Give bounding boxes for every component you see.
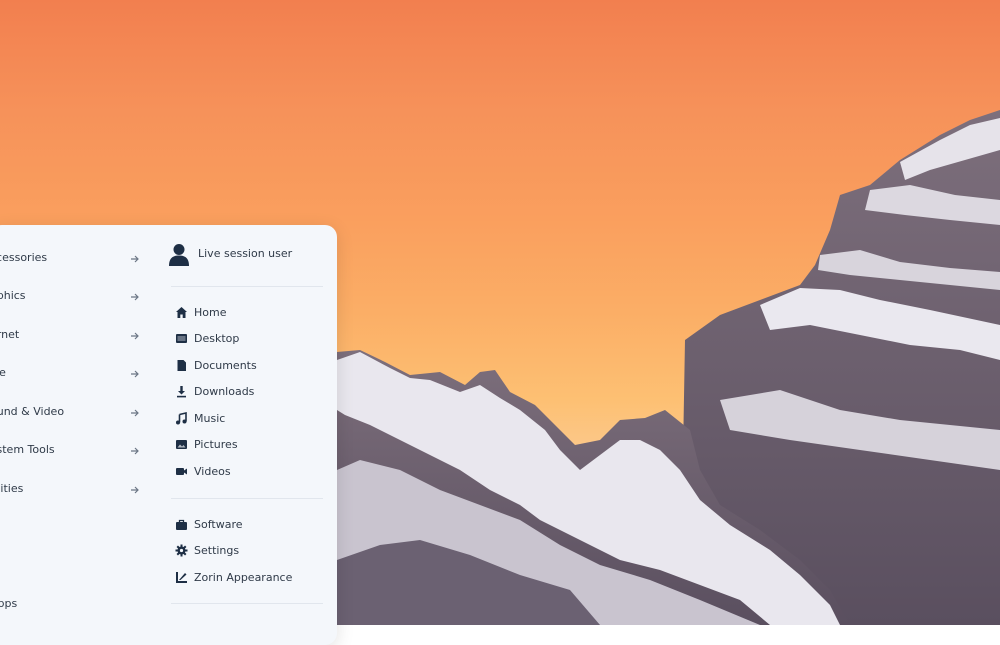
place-pictures[interactable]: Pictures [175, 434, 320, 456]
arrow-right-icon [131, 409, 139, 417]
all-apps-button[interactable]: Apps [0, 591, 150, 621]
system-label: Zorin Appearance [194, 571, 293, 584]
category-utilities[interactable]: tilities [0, 476, 150, 506]
category-label: ccessories [0, 251, 48, 264]
place-documents[interactable]: Documents [175, 355, 320, 377]
place-music[interactable]: Music [175, 408, 320, 430]
user-account[interactable]: Live session user [168, 243, 328, 269]
category-system-tools[interactable]: ystem Tools [0, 437, 150, 467]
separator [171, 603, 323, 604]
software-bag-icon [176, 519, 187, 530]
user-name: Live session user [198, 247, 293, 260]
system-software[interactable]: Software [175, 514, 320, 536]
system-label: Settings [194, 544, 240, 557]
category-internet[interactable]: ernet [0, 322, 150, 352]
download-icon [177, 386, 186, 398]
category-label: ice [0, 366, 6, 379]
arrow-right-icon [131, 447, 139, 455]
system-zorin-appearance[interactable]: Zorin Appearance [175, 567, 320, 589]
video-icon [176, 468, 187, 475]
place-desktop[interactable]: Desktop [175, 328, 320, 350]
place-downloads[interactable]: Downloads [175, 381, 320, 403]
place-label: Pictures [194, 438, 238, 451]
arrow-right-icon [131, 370, 139, 378]
category-label: tilities [0, 482, 24, 495]
category-label: aphics [0, 289, 26, 302]
separator [171, 286, 323, 287]
start-menu-panel: ccessories aphics ernet ice ound & Video… [0, 225, 337, 645]
category-sound-video[interactable]: ound & Video [0, 399, 150, 429]
appearance-icon [176, 572, 187, 583]
place-label: Desktop [194, 332, 240, 345]
arrow-right-icon [131, 255, 139, 263]
arrow-right-icon [131, 293, 139, 301]
place-label: Home [194, 306, 227, 319]
arrow-right-icon [131, 332, 139, 340]
user-icon [169, 244, 189, 266]
place-label: Documents [194, 359, 257, 372]
all-apps-label: Apps [0, 597, 18, 610]
place-label: Music [194, 412, 226, 425]
system-settings[interactable]: Settings [175, 540, 320, 562]
home-icon [176, 307, 187, 318]
place-home[interactable]: Home [175, 302, 320, 324]
picture-icon [176, 440, 187, 449]
category-label: ound & Video [0, 405, 65, 418]
music-icon [176, 412, 187, 425]
category-accessories[interactable]: ccessories [0, 245, 150, 275]
category-label: ystem Tools [0, 443, 55, 456]
category-graphics[interactable]: aphics [0, 283, 150, 313]
category-label: ernet [0, 328, 20, 341]
gear-icon [175, 544, 188, 557]
place-label: Videos [194, 465, 231, 478]
separator [171, 498, 323, 499]
desktop-icon [176, 334, 187, 343]
category-office[interactable]: ice [0, 360, 150, 390]
system-label: Software [194, 518, 243, 531]
arrow-right-icon [131, 486, 139, 494]
place-label: Downloads [194, 385, 255, 398]
document-icon [177, 360, 186, 371]
place-videos[interactable]: Videos [175, 461, 320, 483]
